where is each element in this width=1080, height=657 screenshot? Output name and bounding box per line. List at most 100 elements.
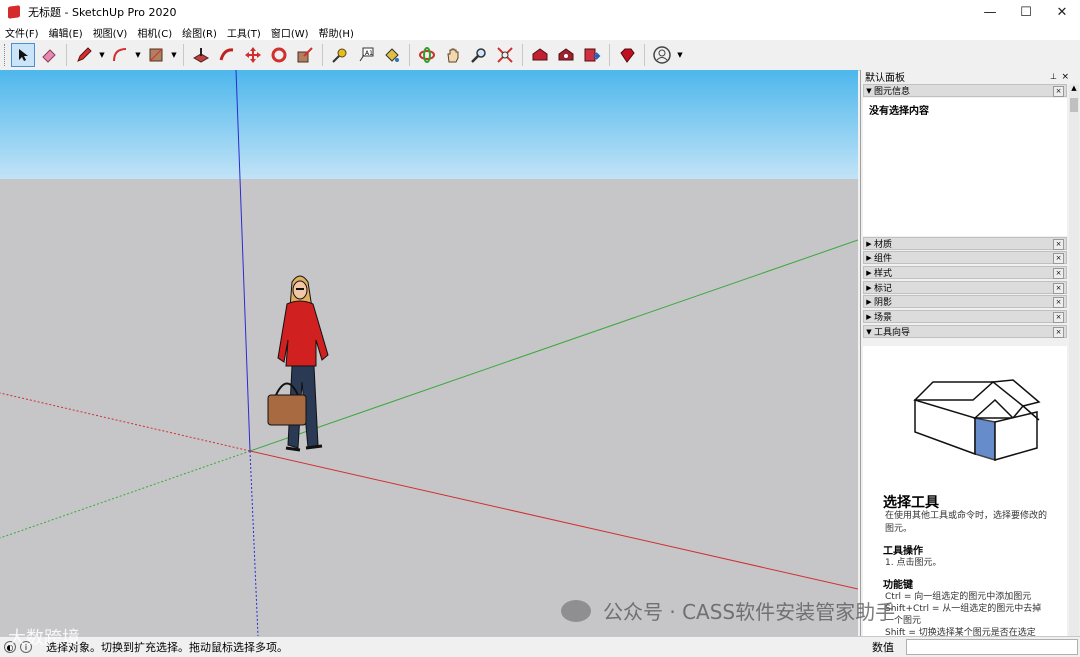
tray-materials[interactable]: ▶ 材质 × (863, 237, 1067, 250)
menu-camera[interactable]: 相机(C) (132, 25, 177, 40)
collapsed-triangle-icon: ▶ (866, 253, 872, 262)
measurements-input[interactable] (906, 639, 1078, 655)
tray-tags[interactable]: ▶ 标记 × (863, 281, 1067, 294)
panel-scrollbar[interactable]: ▲ (1069, 84, 1079, 636)
tray-components[interactable]: ▶ 组件 × (863, 251, 1067, 264)
model-viewport[interactable] (0, 70, 858, 636)
default-tray-panel: 默认面板 ⊥ × ▼ 图元信息 × 没有选择内容 ▶ 材质 × ▶ 组件 × ▶… (860, 70, 1080, 636)
tray-close-icon[interactable]: × (1053, 327, 1064, 338)
tray-label: 场景 (874, 313, 893, 323)
pencil-icon[interactable] (72, 43, 96, 67)
tray-close-icon[interactable]: × (1053, 312, 1064, 323)
tray-label: 材质 (874, 240, 893, 250)
rectangle-dropdown-icon[interactable]: ▼ (169, 43, 179, 67)
close-button[interactable]: ✕ (1044, 0, 1080, 24)
follow-me-icon[interactable] (215, 43, 239, 67)
scroll-thumb[interactable] (1070, 98, 1078, 112)
tray-close-icon[interactable]: × (1053, 283, 1064, 294)
toolbar-separator (322, 44, 323, 66)
tray-close-icon[interactable]: × (1053, 86, 1064, 97)
extension-warehouse-icon[interactable] (554, 43, 578, 67)
zoom-extents-icon[interactable] (493, 43, 517, 67)
tray-styles[interactable]: ▶ 样式 × (863, 266, 1067, 279)
paint-bucket-icon[interactable] (380, 43, 404, 67)
wechat-logo-icon (561, 599, 591, 622)
maximize-button[interactable]: ☐ (1008, 0, 1044, 24)
select-icon[interactable] (11, 43, 35, 67)
entity-info-content: 没有选择内容 (863, 98, 1067, 236)
menu-window[interactable]: 窗口(W) (266, 25, 314, 40)
watermark-text: 公众号 · CASS软件安装管家助手 (603, 600, 896, 624)
sketchup-logo-icon (8, 5, 20, 19)
blue-axis-negative (249, 450, 259, 636)
tray-scenes[interactable]: ▶ 场景 × (863, 310, 1067, 323)
panel-close-icon[interactable]: × (1061, 72, 1069, 82)
collapsed-triangle-icon: ▶ (866, 283, 872, 292)
text-icon[interactable]: A1 (354, 43, 378, 67)
account-icon[interactable] (650, 43, 674, 67)
tape-measure-icon[interactable] (328, 43, 352, 67)
collapsed-triangle-icon: ▶ (866, 297, 872, 306)
svg-text:A1: A1 (365, 50, 373, 57)
rotate-icon[interactable] (267, 43, 291, 67)
tray-label: 标记 (874, 284, 893, 294)
green-axis-positive (249, 239, 858, 452)
arc-dropdown-icon[interactable]: ▼ (133, 43, 143, 67)
panel-title-bar: 默认面板 ⊥ × (865, 70, 1071, 85)
watermark-text-secondary: 大数跨境 (8, 628, 80, 649)
tray-entity-info[interactable]: ▼ 图元信息 × (863, 84, 1067, 97)
window-title: 无标题 - SketchUp Pro 2020 (28, 6, 177, 19)
pin-icon[interactable]: ⊥ (1050, 72, 1057, 81)
push-pull-icon[interactable] (189, 43, 213, 67)
collapsed-triangle-icon: ▶ (866, 312, 872, 321)
scroll-up-icon[interactable]: ▲ (1069, 84, 1079, 96)
expanded-triangle-icon: ▼ (866, 86, 872, 95)
scale-icon[interactable] (293, 43, 317, 67)
ruby-icon[interactable] (615, 43, 639, 67)
red-axis-positive (249, 450, 858, 590)
main-toolbar: ▼ ▼ ▼ A1 ▼ (0, 40, 1080, 71)
instructor-description: 在使用其他工具或命令时，选择要修改的图元。 (885, 511, 1048, 534)
tray-instructor[interactable]: ▼ 工具向导 × (863, 325, 1067, 338)
tray-close-icon[interactable]: × (1053, 297, 1064, 308)
minimize-button[interactable]: — (972, 0, 1008, 24)
axes-and-figure (0, 70, 858, 636)
move-icon[interactable] (241, 43, 265, 67)
send-to-layout-icon[interactable] (580, 43, 604, 67)
instructor-title: 选择工具 (883, 495, 939, 511)
tray-close-icon[interactable]: × (1053, 268, 1064, 279)
pencil-dropdown-icon[interactable]: ▼ (97, 43, 107, 67)
menu-help[interactable]: 帮助(H) (314, 25, 359, 40)
collapsed-triangle-icon: ▶ (866, 268, 872, 277)
menu-file[interactable]: 文件(F) (0, 25, 44, 40)
toolbar-separator (609, 44, 610, 66)
toolbar-separator (183, 44, 184, 66)
toolbar-grip[interactable] (4, 44, 7, 66)
tray-shadows[interactable]: ▶ 阴影 × (863, 295, 1067, 308)
status-bar: ◐ i 选择对象。切换到扩充选择。拖动鼠标选择多项。 数值 (0, 636, 1080, 657)
menu-tools[interactable]: 工具(T) (222, 25, 266, 40)
warehouse-icon[interactable] (528, 43, 552, 67)
arc-icon[interactable] (108, 43, 132, 67)
scale-figure[interactable] (267, 275, 329, 452)
tray-close-icon[interactable]: × (1053, 239, 1064, 250)
tray-close-icon[interactable]: × (1053, 253, 1064, 264)
watermark-overlay: 公众号 · CASS软件安装管家助手 (561, 596, 895, 625)
account-dropdown-icon[interactable]: ▼ (675, 43, 685, 67)
house-illustration (913, 379, 1041, 462)
pan-icon[interactable] (441, 43, 465, 67)
orbit-icon[interactable] (415, 43, 439, 67)
expanded-triangle-icon: ▼ (866, 327, 872, 336)
eraser-icon[interactable] (37, 43, 61, 67)
instructor-op-item: 1. 点击图元。 (885, 558, 942, 568)
menu-view[interactable]: 视图(V) (88, 25, 133, 40)
toolbar-separator (66, 44, 67, 66)
entity-info-text: 没有选择内容 (869, 106, 929, 117)
instructor-content: 选择工具 在使用其他工具或命令时，选择要修改的图元。 工具操作 1. 点击图元。… (863, 346, 1067, 636)
menu-draw[interactable]: 绘图(R) (177, 25, 222, 40)
menu-bar: 文件(F) 编辑(E) 视图(V) 相机(C) 绘图(R) 工具(T) 窗口(W… (0, 24, 1080, 40)
menu-edit[interactable]: 编辑(E) (44, 25, 88, 40)
collapsed-triangle-icon: ▶ (866, 239, 872, 248)
zoom-icon[interactable] (467, 43, 491, 67)
rectangle-icon[interactable] (144, 43, 168, 67)
